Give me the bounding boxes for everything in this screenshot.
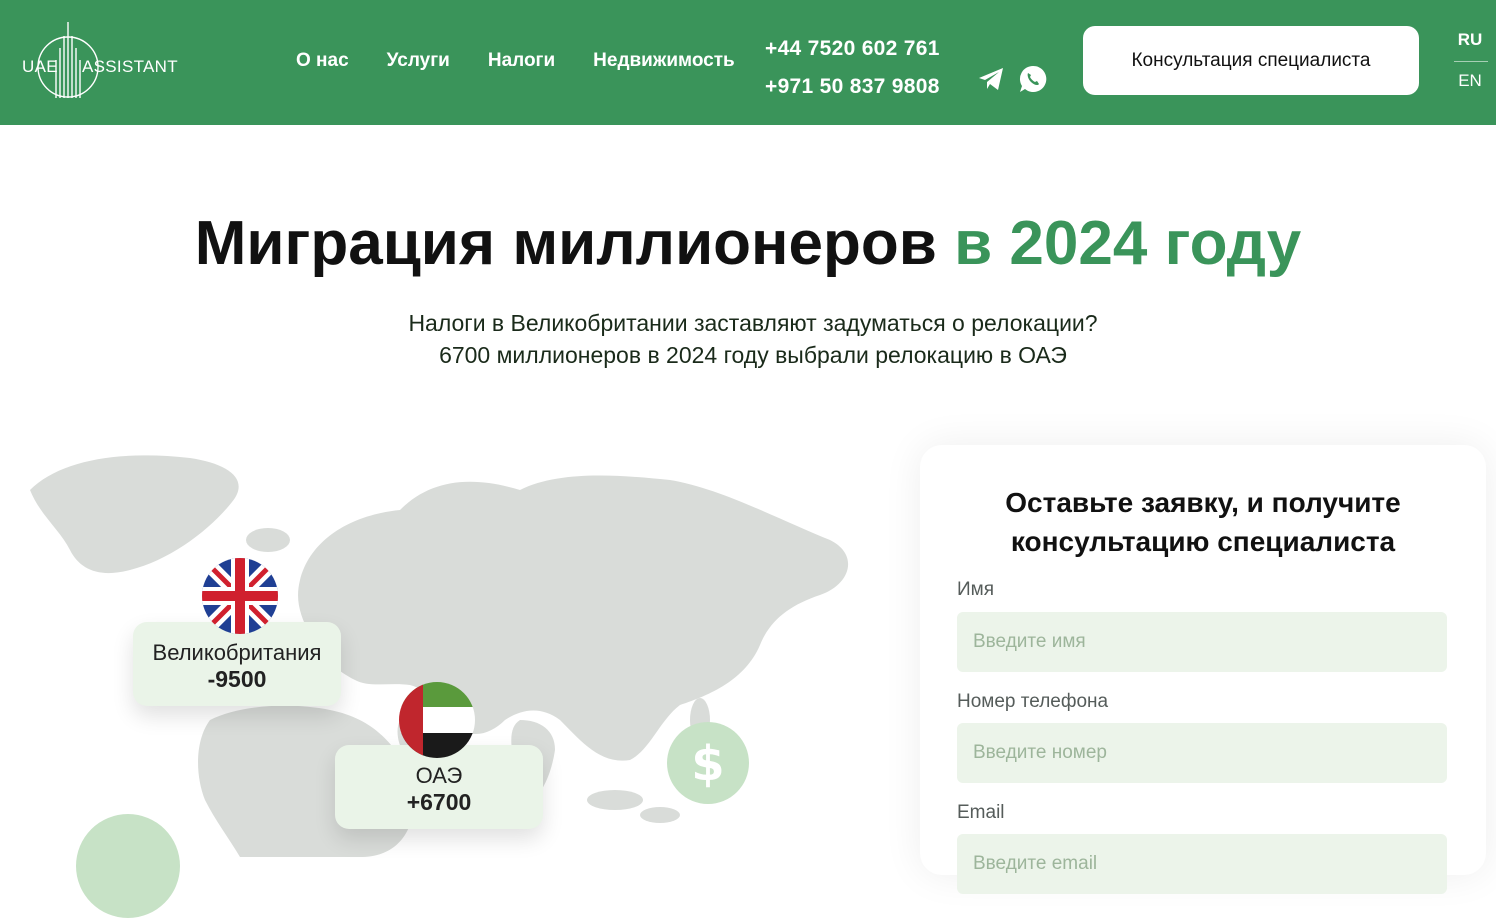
uae-name: ОАЭ: [415, 763, 463, 788]
phone-uae[interactable]: +971 50 837 9808: [765, 68, 940, 106]
nav-item-services[interactable]: Услуги: [387, 50, 450, 72]
dollar-coin-icon: $: [667, 722, 749, 804]
svg-text:$: $: [691, 736, 724, 792]
main-nav: О нас Услуги Налоги Недвижимость: [296, 50, 773, 72]
nav-item-taxes[interactable]: Налоги: [488, 50, 555, 72]
consultation-form: Оставьте заявку, и получите консультацию…: [920, 445, 1486, 894]
lang-en[interactable]: EN: [1454, 71, 1486, 91]
email-input[interactable]: [957, 834, 1447, 894]
form-title: Оставьте заявку, и получите консультацию…: [920, 483, 1486, 561]
logo-text-assistant: ASSISTANT: [82, 57, 178, 76]
email-label: Email: [957, 802, 1005, 823]
consultation-button[interactable]: Консультация специалиста: [1083, 26, 1419, 95]
uae-value: +6700: [406, 789, 472, 815]
nav-item-about[interactable]: О нас: [296, 50, 349, 72]
form-title-line-2: консультацию специалиста: [1010, 526, 1396, 557]
form-title-line-1: Оставьте заявку, и получите: [1005, 487, 1401, 518]
uae-flag-icon: [399, 682, 475, 758]
subtitle-line-1: Налоги в Великобритании заставляют задум…: [408, 310, 1098, 336]
whatsapp-icon[interactable]: [1018, 64, 1048, 94]
dollar-coin-icon: [76, 814, 180, 918]
page-title: Миграция миллионеров в 2024 году: [0, 208, 1496, 279]
uk-value: -9500: [207, 666, 267, 692]
logo-text-uae: UAE: [22, 57, 58, 76]
phone-label: Номер телефона: [957, 691, 1109, 712]
subtitle-line-2: 6700 миллионеров в 2024 году выбрали рел…: [439, 342, 1067, 368]
page-subtitle: Налоги в Великобритании заставляют задум…: [0, 307, 1496, 371]
logo[interactable]: UAE ASSISTANT: [20, 22, 180, 100]
uk-flag-icon: [202, 558, 278, 634]
lang-ru[interactable]: RU: [1454, 30, 1486, 50]
name-label: Имя: [957, 579, 995, 600]
phone-input[interactable]: [957, 723, 1447, 783]
title-main: Миграция миллионеров: [194, 209, 937, 278]
world-map: Великобритания -9500 ОАЭ +6700 $: [0, 420, 900, 918]
uk-card: Великобритания -9500: [133, 622, 341, 706]
phone-uk[interactable]: +44 7520 602 761: [765, 30, 940, 68]
phone-list: +44 7520 602 761 +971 50 837 9808: [765, 30, 940, 106]
lang-divider: [1454, 61, 1488, 62]
site-header: UAE ASSISTANT О нас Услуги Налоги Недвиж…: [0, 0, 1496, 125]
telegram-icon[interactable]: [976, 64, 1006, 94]
name-input[interactable]: [957, 612, 1447, 672]
nav-item-real-estate[interactable]: Недвижимость: [593, 50, 735, 72]
title-accent: в 2024 году: [954, 209, 1302, 278]
uk-name: Великобритания: [152, 640, 322, 665]
